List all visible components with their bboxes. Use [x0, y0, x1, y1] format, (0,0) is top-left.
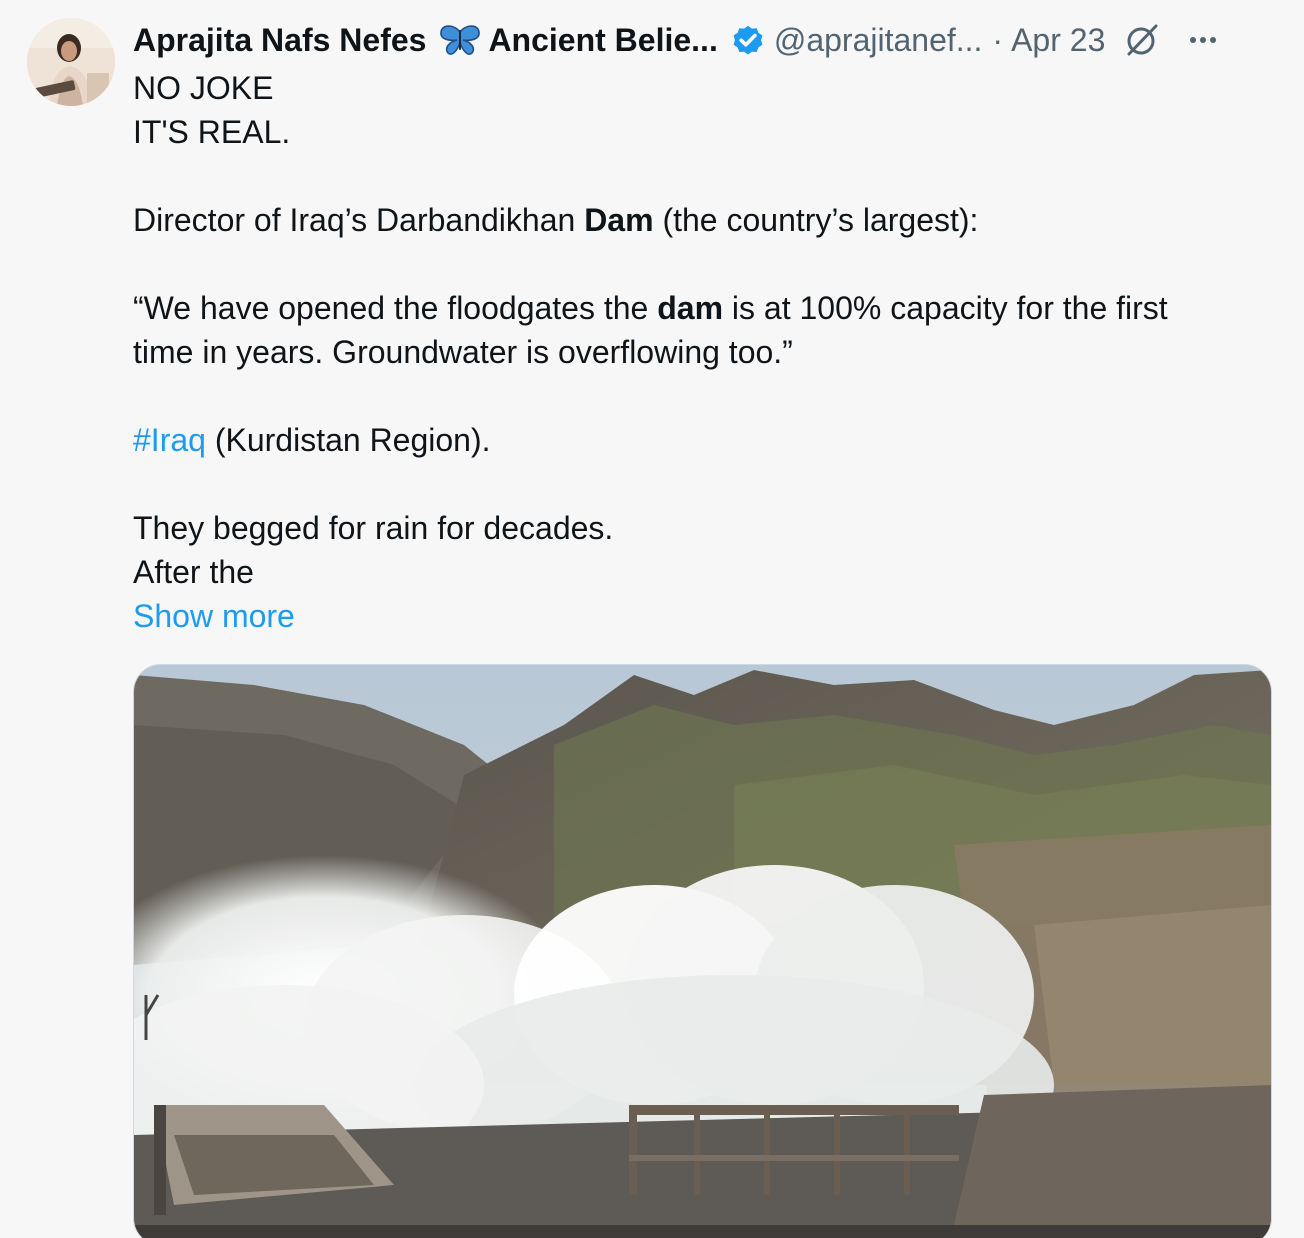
avatar-image: [27, 18, 115, 106]
header-separator: ·: [992, 21, 1004, 58]
tweet-card[interactable]: Aprajita Nafs Nefes Ancient Belie... @ap…: [0, 0, 1304, 1238]
text-line: time in years. Groundwater is overflowin…: [133, 334, 793, 370]
author-display-name[interactable]: Aprajita Nafs Nefes: [133, 22, 426, 59]
tweet-text: NO JOKE IT'S REAL. Director of Iraq’s Da…: [133, 66, 1273, 594]
text-line: IT'S REAL.: [133, 114, 291, 150]
show-more-link[interactable]: Show more: [133, 594, 295, 638]
avatar[interactable]: [27, 18, 115, 106]
more-options-icon[interactable]: [1185, 22, 1221, 58]
hashtag-link[interactable]: #Iraq: [133, 422, 206, 458]
text-line: After the: [133, 554, 254, 590]
tweet-date[interactable]: Apr 23: [1011, 22, 1105, 59]
verified-badge-icon[interactable]: [730, 22, 766, 58]
text-line: Director of Iraq’s Darbandikhan Dam (the…: [133, 202, 979, 238]
tweet-media-video[interactable]: [133, 664, 1272, 1238]
butterfly-icon: [440, 25, 481, 55]
text-line: They begged for rain for decades.: [133, 510, 614, 546]
author-name-suffix[interactable]: Ancient Belie...: [488, 22, 717, 59]
dam-spillway-image: [134, 665, 1271, 1238]
author-handle[interactable]: @aprajitanef...: [774, 22, 983, 59]
text-line: “We have opened the floodgates the dam i…: [133, 290, 1168, 326]
grok-icon[interactable]: [1123, 21, 1161, 59]
text-line: NO JOKE: [133, 70, 274, 106]
text-line: #Iraq (Kurdistan Region).: [133, 422, 491, 458]
tweet-header: Aprajita Nafs Nefes Ancient Belie... @ap…: [133, 18, 1221, 62]
